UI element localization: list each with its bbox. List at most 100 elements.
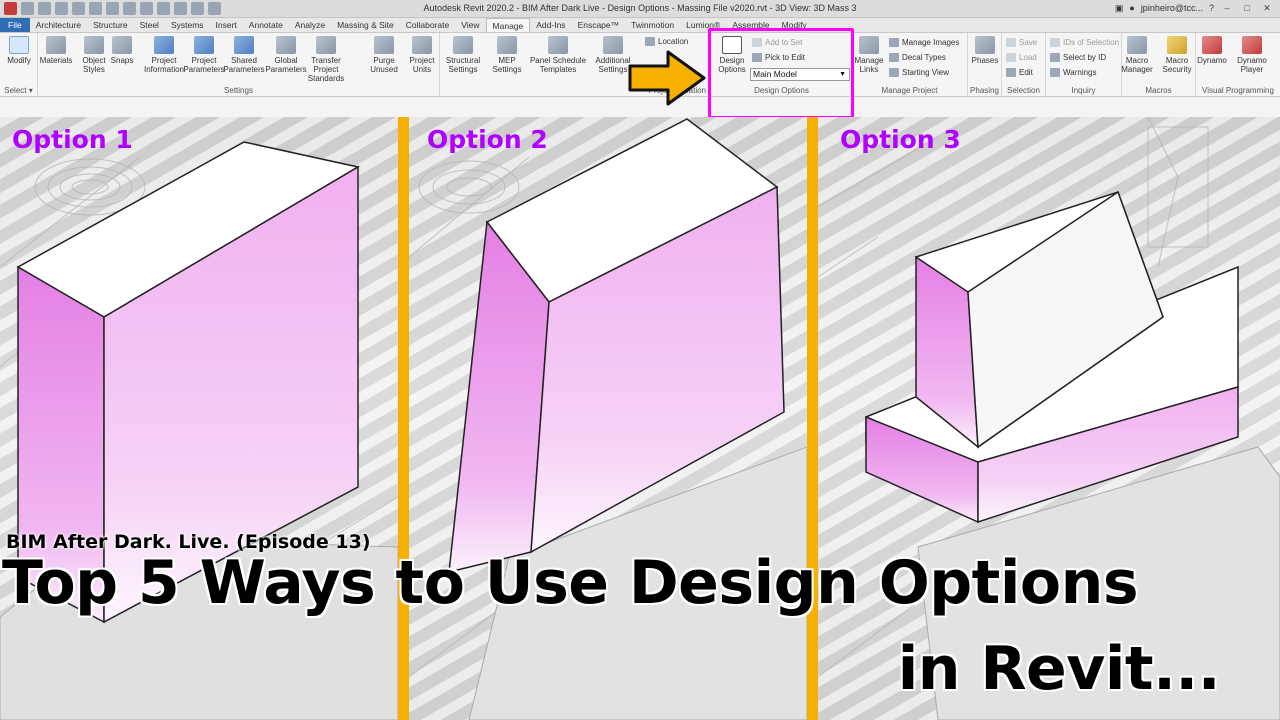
tab-insert[interactable]: Insert	[210, 18, 243, 32]
project-information-icon	[154, 36, 174, 54]
divider-1	[398, 117, 409, 720]
option-3-massing	[818, 117, 1280, 720]
location-button[interactable]: Location	[645, 37, 688, 46]
shared-parameters-button[interactable]: Shared Parameters	[222, 36, 266, 74]
materials-label: Materials	[39, 56, 73, 65]
decal-types-button[interactable]: Decal Types	[889, 53, 946, 62]
panel-macros: Macro Manager Macro Security Macros	[1121, 33, 1196, 97]
decal-types-label: Decal Types	[902, 53, 946, 62]
option-2-label: Option 2	[427, 125, 548, 154]
visual-programming-label: Visual Programming	[1202, 86, 1274, 95]
snaps-button[interactable]: Snaps	[100, 36, 144, 65]
project-units-icon	[412, 36, 432, 54]
save-selection-icon	[1006, 38, 1016, 47]
ids-of-selection-button[interactable]: IDs of Selection	[1050, 38, 1119, 47]
ids-icon	[1050, 38, 1060, 47]
tab-view[interactable]: View	[455, 18, 485, 32]
save-selection-button[interactable]: Save	[1006, 38, 1037, 47]
option-3-view[interactable]: Option 3	[818, 117, 1280, 720]
warnings-button[interactable]: Warnings	[1050, 68, 1097, 77]
dynamo-label: Dynamo	[1197, 56, 1227, 65]
location-label: Location	[658, 37, 689, 46]
dynamo-icon	[1202, 36, 1222, 54]
project-units-label: Project Units	[409, 56, 435, 74]
panel-schedule-templates-button[interactable]: Panel Schedule Templates	[528, 36, 588, 74]
shared-parameters-label: Shared Parameters	[223, 56, 265, 74]
macros-label: Macros	[1145, 86, 1172, 95]
tab-annotate[interactable]: Annotate	[243, 18, 289, 32]
save-selection-label: Save	[1019, 38, 1038, 47]
minimize-icon[interactable]: –	[1220, 2, 1234, 14]
macro-manager-button[interactable]: Macro Manager	[1116, 36, 1158, 74]
close-icon[interactable]: ✕	[1260, 2, 1274, 14]
shared-parameters-icon	[234, 36, 254, 54]
option-1-massing	[0, 141, 398, 720]
user-name[interactable]: jpinheiro@tcc...	[1141, 3, 1203, 13]
shield-icon	[1167, 36, 1187, 54]
option-3-label: Option 3	[840, 125, 961, 154]
structural-settings-label: Structural Settings	[445, 56, 481, 74]
global-parameters-button[interactable]: Global Parameters	[264, 36, 308, 74]
project-units-button[interactable]: Project Units	[400, 36, 444, 74]
global-parameters-icon	[276, 36, 296, 54]
manage-links-icon	[859, 36, 879, 54]
global-parameters-label: Global Parameters	[265, 56, 307, 74]
mep-settings-icon	[497, 36, 517, 54]
project-information-button[interactable]: Project Information	[142, 36, 186, 74]
design-options-highlight	[708, 28, 854, 119]
3d-viewport[interactable]: Option 1 Option 2 Option 3 BIM After Dar…	[0, 117, 1280, 720]
panel-settings: Materials Object Styles Snaps Project Infor…	[38, 33, 440, 97]
globe-icon	[645, 37, 655, 46]
user-icon[interactable]: ●	[1129, 3, 1134, 13]
macro-manager-icon	[1127, 36, 1147, 54]
structural-settings-button[interactable]: Structural Settings	[440, 36, 486, 74]
mep-settings-button[interactable]: MEP Settings	[484, 36, 530, 74]
tab-architecture[interactable]: Architecture	[30, 18, 87, 32]
manage-links-button[interactable]: Manage Links	[848, 36, 890, 74]
mep-settings-label: MEP Settings	[492, 56, 522, 74]
starting-view-icon	[889, 68, 899, 77]
project-information-label: Project Information	[143, 56, 185, 74]
load-selection-button[interactable]: Load	[1006, 53, 1037, 62]
load-selection-icon	[1006, 53, 1016, 62]
warnings-label: Warnings	[1063, 68, 1097, 77]
tab-manage[interactable]: Manage	[485, 18, 531, 32]
select-by-id-button[interactable]: Select by ID	[1050, 53, 1106, 62]
settings-panel-label: Settings	[224, 86, 253, 95]
tab-file[interactable]: File	[0, 18, 30, 32]
help-icon[interactable]: ?	[1209, 3, 1214, 13]
tab-twinmotion[interactable]: Twinmotion	[625, 18, 680, 32]
selection-label: Selection	[1007, 86, 1040, 95]
option-2-view[interactable]: Option 2	[409, 117, 807, 720]
starting-view-button[interactable]: Starting View	[889, 68, 949, 77]
tab-collaborate[interactable]: Collaborate	[400, 18, 455, 32]
transfer-project-standards-button[interactable]: Transfer Project Standards	[304, 36, 348, 83]
panel-schedule-templates-label: Panel Schedule Templates	[529, 56, 587, 74]
dynamo-button[interactable]: Dynamo	[1192, 36, 1232, 65]
dynamo-player-icon	[1242, 36, 1262, 54]
panel-settings-extra: Structural Settings MEP Settings Panel Sch…	[440, 33, 640, 97]
tab-enscape[interactable]: Enscape™	[572, 18, 626, 32]
tab-massing-site[interactable]: Massing & Site	[331, 18, 400, 32]
panel-manage-project: Manage Links Manage Images Decal Types S…	[852, 33, 968, 97]
select-dropdown[interactable]: Select ▾	[0, 86, 37, 95]
starting-view-label: Starting View	[902, 68, 949, 77]
manage-images-button[interactable]: Manage Images	[889, 38, 959, 47]
transfer-project-standards-icon	[316, 36, 336, 54]
tab-systems[interactable]: Systems	[165, 18, 210, 32]
arrow-right-icon	[628, 50, 706, 106]
dynamo-player-button[interactable]: Dynamo Player	[1232, 36, 1272, 74]
project-parameters-button[interactable]: Project Parameters	[182, 36, 226, 74]
tab-add-ins[interactable]: Add-Ins	[530, 18, 571, 32]
tab-structure[interactable]: Structure	[87, 18, 134, 32]
tab-steel[interactable]: Steel	[134, 18, 165, 32]
option-1-view[interactable]: Option 1	[0, 117, 398, 720]
dynamo-player-label: Dynamo Player	[1237, 56, 1267, 74]
cursor-icon	[9, 36, 29, 54]
tab-analyze[interactable]: Analyze	[289, 18, 331, 32]
maximize-icon[interactable]: □	[1240, 2, 1254, 14]
cart-icon[interactable]: ▣	[1115, 3, 1124, 14]
phases-label: Phases	[971, 56, 999, 65]
macro-manager-label: Macro Manager	[1121, 56, 1153, 74]
edit-selection-button[interactable]: Edit	[1006, 68, 1033, 77]
